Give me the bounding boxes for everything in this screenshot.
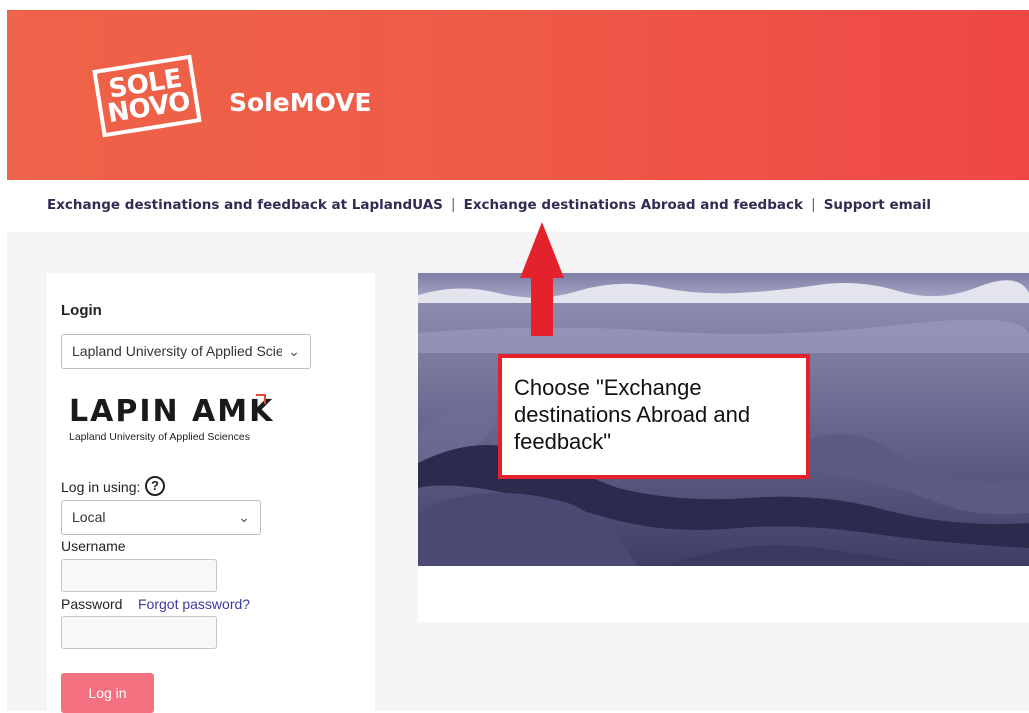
organization-value: Lapland University of Applied Scie — [72, 343, 282, 359]
annotation-callout: Choose "Exchange destinations Abroad and… — [498, 354, 810, 479]
password-label: Password — [61, 596, 123, 612]
nav-separator: | — [450, 197, 456, 213]
nav-link-laplanduas[interactable]: Exchange destinations and feedback at La… — [47, 197, 443, 213]
username-label: Username — [61, 538, 126, 554]
app-title: SoleMOVE — [229, 88, 372, 117]
header-banner: SOLE NOVO SoleMOVE — [7, 10, 1029, 180]
login-method-select[interactable]: Local ⌄ — [61, 500, 261, 535]
password-input[interactable] — [61, 616, 217, 649]
nav-link-support-email[interactable]: Support email — [824, 197, 931, 213]
nav-link-abroad[interactable]: Exchange destinations Abroad and feedbac… — [464, 197, 803, 213]
logo-corner-mark — [256, 394, 266, 404]
solenovo-logo: SOLE NOVO — [92, 54, 202, 138]
login-button[interactable]: Log in — [61, 673, 154, 713]
forgot-password-link[interactable]: Forgot password? — [138, 596, 250, 612]
university-logo: LAPIN AMK Lapland University of Applied … — [69, 394, 299, 450]
login-panel: Login Lapland University of Applied Scie… — [47, 273, 375, 713]
arrow-up-icon — [520, 222, 564, 336]
login-method-value: Local — [72, 509, 106, 525]
chevron-down-icon: ⌄ — [238, 509, 250, 525]
login-method-label: Log in using: — [61, 479, 141, 495]
university-logo-subtitle: Lapland University of Applied Sciences — [69, 431, 250, 443]
username-input[interactable] — [61, 559, 217, 592]
chevron-down-icon: ⌄ — [288, 343, 300, 359]
organization-select[interactable]: Lapland University of Applied Scie ⌄ — [61, 334, 311, 369]
login-title: Login — [61, 302, 102, 319]
question-circle-icon[interactable]: ? — [145, 476, 165, 496]
top-nav: Exchange destinations and feedback at La… — [47, 197, 931, 213]
nav-separator: | — [810, 197, 816, 213]
